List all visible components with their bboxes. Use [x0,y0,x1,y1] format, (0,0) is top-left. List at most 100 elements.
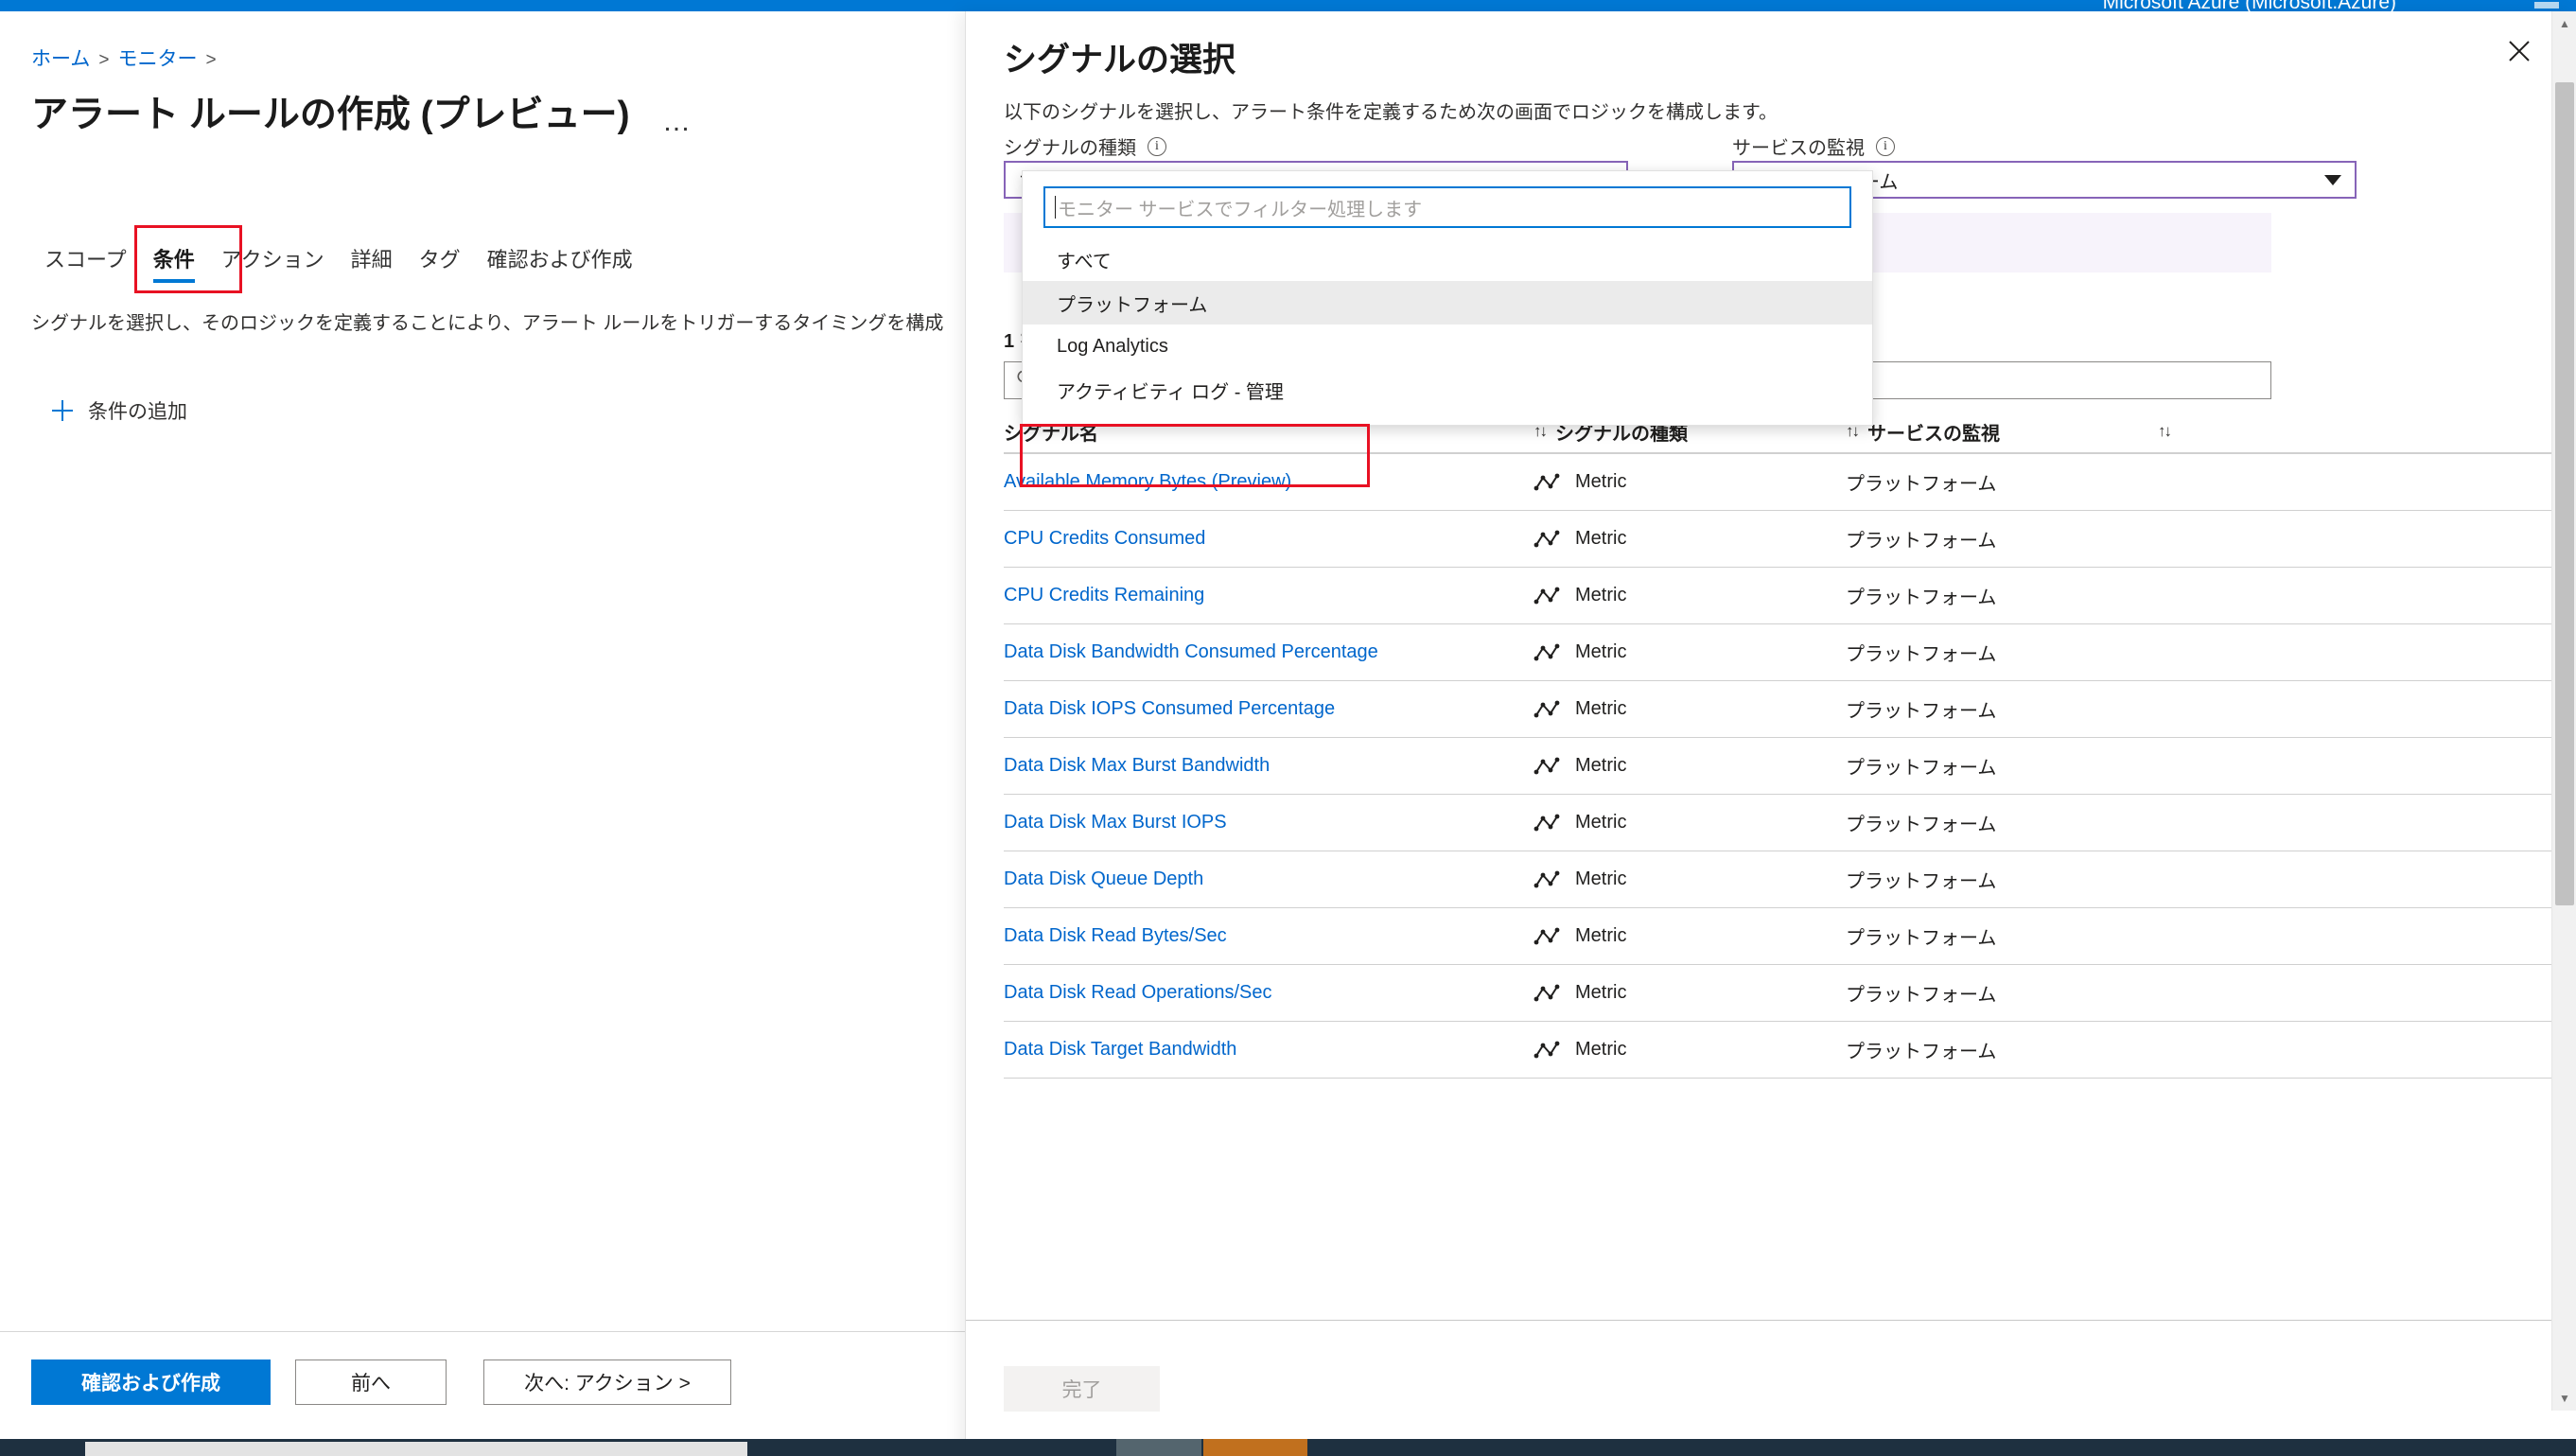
signals-table: シグナル名 ↑↓ シグナルの種類 ↑↓ サービスの監視 ↑↓ Available… [1004,411,2560,1079]
signal-type-label-group: シグナルの種類 i [1004,132,1166,160]
signal-name-link[interactable]: Data Disk Max Burst IOPS [1004,812,1533,833]
topbar-indicator [2534,2,2559,9]
metric-chart-icon [1533,643,1560,662]
metric-chart-icon [1533,814,1560,833]
service-monitor-label-group: サービスの監視 i [1732,132,1895,160]
signal-name-link[interactable]: Data Disk Read Operations/Sec [1004,982,1533,1004]
service-monitor-cell: プラットフォーム [1846,758,1997,779]
table-row[interactable]: Data Disk IOPS Consumed Percentage Metric… [1004,681,2560,738]
column-header-extra[interactable]: ↑↓ [2158,422,2172,441]
tab-details[interactable]: 詳細 [338,243,406,289]
taskbar-item-b [1116,1439,1201,1456]
dropdown-option-platform[interactable]: プラットフォーム [1023,281,1872,325]
service-monitor-dropdown: モニター サービスでフィルター処理します すべて プラットフォーム Log An… [1022,170,1873,426]
signal-type-text: Metric [1575,698,1627,719]
breadcrumb-item-monitor[interactable]: モニター [117,48,197,70]
vertical-scrollbar[interactable]: ▲ ▼ [2551,11,2576,1411]
previous-button[interactable]: 前へ [295,1360,447,1405]
signal-name-link[interactable]: Available Memory Bytes (Preview) [1004,471,1533,493]
page-title: アラート ルールの作成 (プレビュー) [31,95,630,135]
signal-type-label: シグナルの種類 [1004,138,1136,159]
breadcrumb: ホーム > モニター > [31,44,225,72]
signal-name-link[interactable]: CPU Credits Consumed [1004,528,1533,550]
signal-name-link[interactable]: Data Disk Max Burst Bandwidth [1004,755,1533,777]
metric-chart-icon [1533,984,1560,1003]
service-monitor-cell: プラットフォーム [1846,474,1997,495]
signal-type-text: Metric [1575,868,1627,889]
page-more-menu[interactable]: … [662,106,692,138]
done-button[interactable]: 完了 [1004,1366,1160,1412]
close-icon[interactable] [2500,32,2538,70]
next-action-button[interactable]: 次へ: アクション > [483,1360,731,1405]
tab-condition[interactable]: 条件 [140,243,208,289]
metric-chart-icon [1533,587,1560,605]
signal-name-link[interactable]: Data Disk IOPS Consumed Percentage [1004,698,1533,720]
plus-icon [52,400,73,421]
signal-type-text: Metric [1575,471,1627,492]
sort-icon: ↑↓ [2158,422,2172,440]
signal-name-link[interactable]: Data Disk Read Bytes/Sec [1004,925,1533,947]
table-row[interactable]: Data Disk Max Burst Bandwidth Metric プラットフ… [1004,738,2560,795]
signal-name-link[interactable]: CPU Credits Remaining [1004,585,1533,606]
service-monitor-cell: プラットフォーム [1846,928,1997,949]
column-header-service-monitor[interactable]: ↑↓ サービスの監視 [1846,418,2158,446]
scroll-up-icon[interactable]: ▲ [2552,11,2576,36]
tab-review-create[interactable]: 確認および作成 [474,243,646,289]
azure-top-bar: Microsoft Azure (Microsoft.Azure) [0,0,2576,13]
signal-type-text: Metric [1575,755,1627,776]
scrollbar-thumb[interactable] [2555,82,2574,905]
taskbar-item-c [1203,1439,1307,1456]
breadcrumb-item-home[interactable]: ホーム [31,48,90,70]
table-row[interactable]: Available Memory Bytes (Preview) Metric プラ… [1004,454,2560,511]
signal-name-link[interactable]: Data Disk Queue Depth [1004,868,1533,890]
dropdown-option-activity-log-admin[interactable]: アクティビティ ログ - 管理 [1023,368,1872,412]
metric-chart-icon [1533,757,1560,776]
service-monitor-cell: プラットフォーム [1846,1042,1997,1062]
info-icon[interactable]: i [1148,136,1166,156]
signal-type-cell: Metric [1533,982,1846,1004]
table-row[interactable]: Data Disk Target Bandwidth Metric プラットフォーム [1004,1022,2560,1079]
os-taskbar [0,1439,2576,1456]
service-monitor-cell: プラットフォーム [1846,588,1997,608]
table-row[interactable]: CPU Credits Remaining Metric プラットフォーム [1004,568,2560,624]
metric-chart-icon [1533,473,1560,492]
table-row[interactable]: Data Disk Read Bytes/Sec Metric プラットフォーム [1004,908,2560,965]
add-condition-label: 条件の追加 [88,401,187,423]
table-row[interactable]: Data Disk Max Burst IOPS Metric プラットフォーム [1004,795,2560,851]
signal-name-link[interactable]: Data Disk Bandwidth Consumed Percentage [1004,641,1533,663]
tab-scope[interactable]: スコープ [31,243,140,289]
service-monitor-cell: プラットフォーム [1846,531,1997,552]
service-monitor-cell: プラットフォーム [1846,871,1997,892]
review-create-button[interactable]: 確認および作成 [31,1360,271,1405]
metric-chart-icon [1533,870,1560,889]
breadcrumb-separator: > [205,50,217,70]
blade-footer [966,1320,2576,1456]
dropdown-option-all[interactable]: すべて [1023,237,1872,281]
info-icon[interactable]: i [1876,136,1895,156]
table-row[interactable]: CPU Credits Consumed Metric プラットフォーム [1004,511,2560,568]
column-header-service-monitor-label: サービスの監視 [1867,423,2000,445]
service-monitor-cell: プラットフォーム [1846,644,1997,665]
tab-tags[interactable]: タグ [406,243,474,289]
scroll-down-icon[interactable]: ▼ [2552,1386,2576,1411]
tab-action[interactable]: アクション [208,243,338,289]
signal-type-text: Metric [1575,982,1627,1003]
add-condition-button[interactable]: 条件の追加 [52,396,187,425]
dropdown-option-log-analytics[interactable]: Log Analytics [1023,325,1872,368]
blade-description: 以下のシグナルを選択し、アラート条件を定義するため次の画面でロジックを構成します… [1004,102,1778,123]
signal-type-cell: Metric [1533,868,1846,890]
chevron-down-icon [2324,174,2341,185]
service-monitor-cell: プラットフォーム [1846,701,1997,722]
service-monitor-filter-input[interactable]: モニター サービスでフィルター処理します [1043,186,1851,228]
table-row[interactable]: Data Disk Bandwidth Consumed Percentage M… [1004,624,2560,681]
signal-name-link[interactable]: Data Disk Target Bandwidth [1004,1039,1533,1061]
table-row[interactable]: Data Disk Read Operations/Sec Metric プラットフ… [1004,965,2560,1022]
signal-type-cell: Metric [1533,471,1846,493]
metric-chart-icon [1533,927,1560,946]
create-alert-rule-page: ホーム > モニター > アラート ルールの作成 (プレビュー) … スコープ 条件 … [0,11,965,1445]
text-caret [1055,196,1056,219]
metric-chart-icon [1533,1041,1560,1060]
service-monitor-cell: プラットフォーム [1846,985,1997,1006]
table-body: Available Memory Bytes (Preview) Metric プラ… [1004,454,2560,1079]
table-row[interactable]: Data Disk Queue Depth Metric プラットフォーム [1004,851,2560,908]
